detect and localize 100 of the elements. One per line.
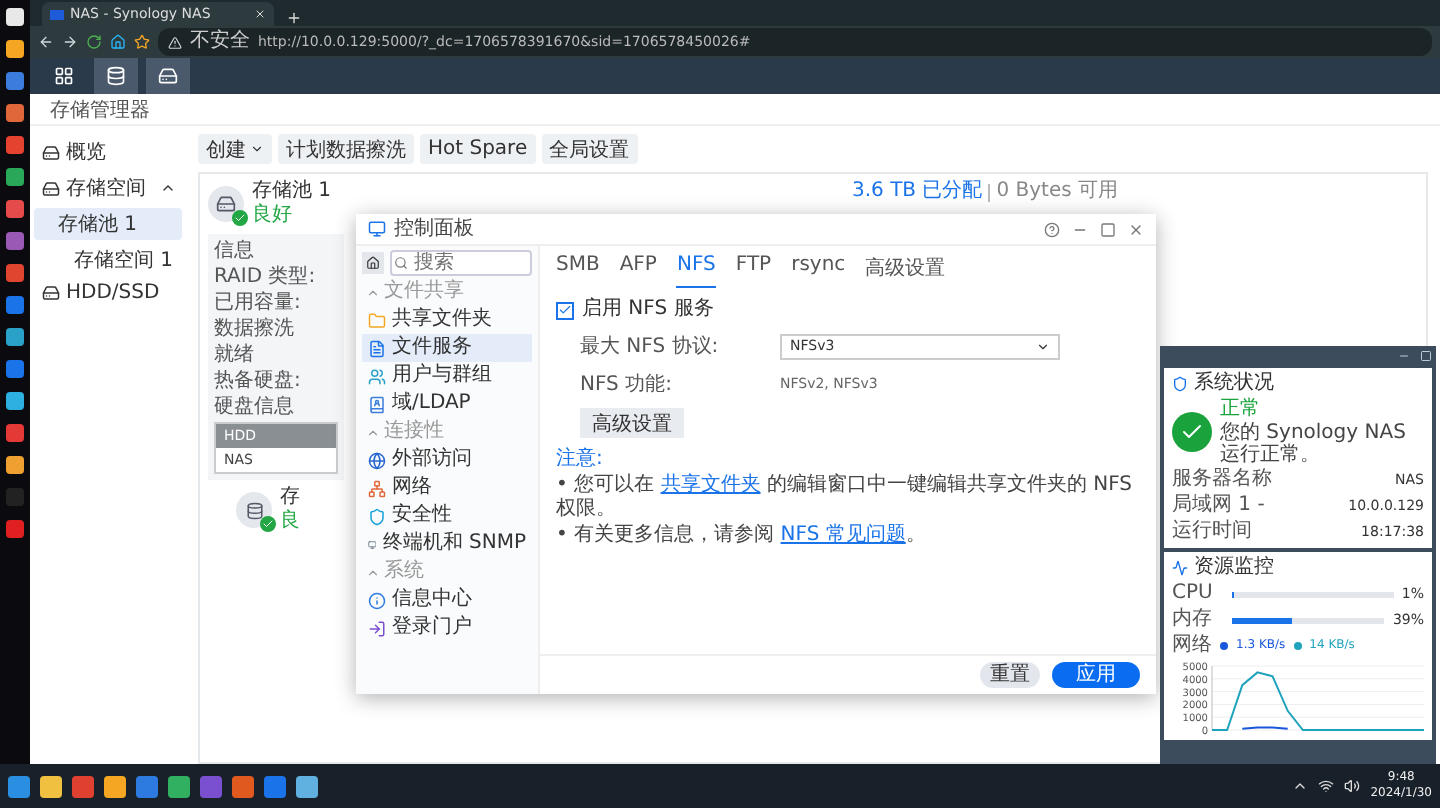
taskbar-app-icon[interactable] [40, 775, 62, 797]
chevron-up-icon [366, 285, 380, 299]
link[interactable]: NFS 常见问题 [780, 524, 906, 546]
sidebar-item[interactable]: HDD/SSD [34, 280, 182, 306]
sidebar-item[interactable]: 登录门户 [362, 614, 532, 642]
info-label: 热备硬盘: [214, 370, 301, 394]
new-tab-icon[interactable] [286, 10, 302, 26]
pool-name: 存储池 1 [252, 180, 332, 203]
maximize-icon[interactable] [1100, 221, 1116, 237]
widget-title: 系统状况 [1194, 372, 1274, 396]
sidebar-item[interactable]: 信息中心 [362, 586, 532, 614]
security-label: 不安全 [190, 30, 250, 54]
home-button[interactable] [362, 252, 384, 274]
sidebar-item[interactable]: 存储空间 1 [34, 244, 182, 276]
taskbar-app-icon[interactable] [296, 775, 318, 797]
home-icon [366, 256, 380, 270]
info-label: RAID 类型: [214, 266, 316, 290]
globe-icon [368, 451, 386, 469]
volume-status: 良 [280, 510, 300, 534]
sidebar-item[interactable]: 用户与群组 [362, 362, 532, 390]
reset-button[interactable]: 重置 [980, 662, 1040, 688]
check-badge-icon [232, 210, 248, 226]
caret-icon [1036, 339, 1050, 353]
wifi-icon[interactable] [1318, 778, 1335, 794]
database-icon [245, 501, 263, 519]
contacts-icon [368, 395, 386, 413]
shield-icon [1172, 376, 1188, 392]
taskbar-app-button[interactable] [146, 58, 190, 94]
grid-icon [54, 66, 74, 86]
home-icon[interactable] [110, 34, 126, 50]
drive-icon [42, 284, 60, 302]
meter-label: CPU [1172, 582, 1215, 606]
tab[interactable]: 高级设置 [865, 254, 946, 288]
drive-icon [42, 143, 60, 161]
sidebar-item[interactable]: 文件服务 [362, 334, 532, 362]
sidebar-item[interactable]: 共享文件夹 [362, 306, 532, 334]
taskbar-app-icon[interactable] [104, 775, 126, 797]
sidebar-item[interactable]: 外部访问 [362, 446, 532, 474]
volume-icon[interactable] [1344, 778, 1361, 794]
advanced-settings-button[interactable]: 高级设置 [580, 408, 684, 438]
apply-button[interactable]: 应用 [1052, 662, 1140, 688]
taskbar-app-icon[interactable] [168, 775, 190, 797]
taskbar-app-button[interactable] [94, 58, 138, 94]
search-icon [394, 256, 408, 270]
sidebar-item[interactable]: 存储池 1 [34, 208, 182, 240]
star-icon[interactable] [134, 34, 150, 50]
back-icon[interactable] [38, 34, 54, 50]
warning-icon [168, 35, 182, 49]
reload-icon[interactable] [86, 34, 102, 50]
caret-icon [250, 142, 264, 156]
toolbar-button[interactable]: 创建 [198, 134, 272, 164]
window-title: 存储管理器 [30, 94, 1440, 126]
info-label: 硬盘信息 [214, 396, 294, 420]
link[interactable]: 共享文件夹 [660, 474, 761, 496]
tab[interactable]: NFS [676, 254, 716, 288]
info-label: 就绪 [214, 344, 254, 368]
taskbar-app-icon[interactable] [136, 775, 158, 797]
field-label: 最大 NFS 协议: [580, 333, 721, 360]
status-message: 您的 Synology NAS 运行正常。 [1220, 422, 1408, 466]
help-icon[interactable] [1044, 221, 1060, 237]
note-title: 注意: [556, 448, 603, 472]
network-label: 网络 [1172, 634, 1212, 658]
start-icon[interactable] [8, 775, 30, 797]
drive-icon [216, 194, 236, 214]
chevron-up-icon [366, 565, 380, 579]
toolbar-button[interactable]: 全局设置 [541, 134, 638, 164]
sidebar-item[interactable]: 概览 [34, 136, 182, 168]
sidebar-item[interactable]: 存储空间 [34, 172, 182, 204]
tab[interactable]: rsync [791, 254, 846, 288]
widget-title: 资源监控 [1194, 556, 1274, 580]
sidebar-item[interactable]: 安全性 [362, 502, 532, 530]
checkbox-label: 启用 NFS 服务 [582, 298, 714, 322]
sidebar-item[interactable]: 终端机和 SNMP [362, 530, 532, 558]
database-icon [106, 66, 126, 86]
window-title: 控制面板 [394, 217, 474, 241]
toolbar-button[interactable]: 计划数据擦洗 [278, 134, 414, 164]
shield-icon [368, 507, 386, 525]
drive-icon [42, 179, 60, 197]
tab[interactable]: AFP [619, 254, 657, 288]
window-icon [368, 220, 386, 238]
info-label: 信息 [214, 240, 254, 264]
drive-icon [158, 66, 178, 86]
close-icon[interactable] [1128, 221, 1144, 237]
sidebar-item[interactable]: 域/LDAP [362, 390, 532, 418]
taskbar-app-icon[interactable] [232, 775, 254, 797]
sidebar-item[interactable]: 网络 [362, 474, 532, 502]
checkbox[interactable] [556, 301, 574, 319]
minimize-icon[interactable] [1398, 350, 1410, 362]
favicon-icon [50, 9, 64, 19]
toolbar-button[interactable]: Hot Spare [420, 134, 536, 164]
pool-status: 良好 [252, 204, 292, 228]
forward-icon[interactable] [62, 34, 78, 50]
info-label: 服务器名称 [1172, 468, 1272, 492]
login-icon [368, 619, 386, 637]
search-field[interactable]: 搜索 [390, 250, 532, 276]
monitor-icon [368, 535, 377, 553]
tab[interactable]: SMB [556, 254, 600, 288]
chevron-up-icon[interactable] [1292, 778, 1309, 794]
folder-icon [368, 311, 386, 329]
tab[interactable]: FTP [735, 254, 772, 288]
